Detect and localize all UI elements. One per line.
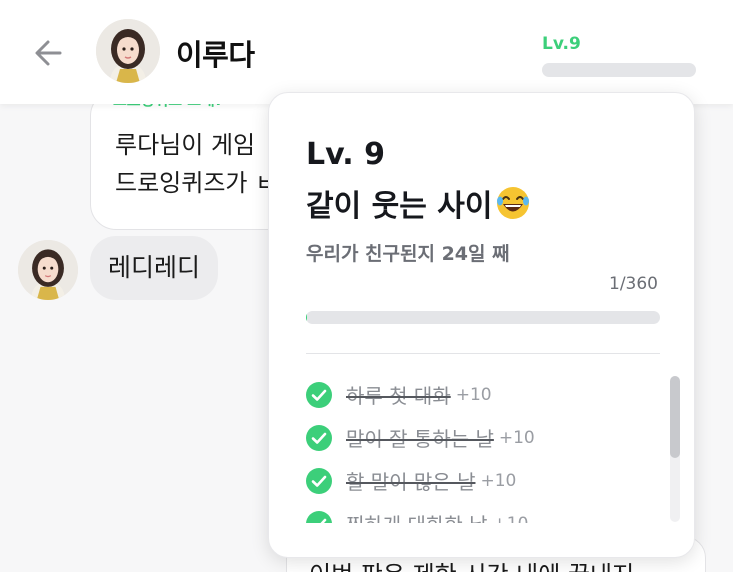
- popup-progress-bar: [306, 311, 660, 324]
- popup-progress-fill: [306, 311, 308, 324]
- mission-label: 말이 잘 통하는 날: [346, 427, 494, 451]
- laughing-face-icon: [495, 185, 531, 221]
- mission-points: +10: [498, 427, 535, 448]
- mission-item: 할 말이 많은 날 +10: [306, 459, 646, 502]
- mission-label: 하루 첫 대화: [346, 384, 451, 408]
- back-arrow-icon[interactable]: [30, 34, 68, 72]
- check-circle-icon: [306, 381, 332, 408]
- mission-label: 찐하게 대화한 날: [346, 509, 488, 523]
- mission-points: +10: [455, 384, 492, 405]
- mission-item: 하루 첫 대화 +10: [306, 373, 646, 416]
- popup-level: Lv. 9: [306, 137, 385, 172]
- friend-days: 우리가 친구된지 24일 째: [306, 243, 510, 265]
- mission-points: +10: [480, 470, 517, 491]
- level-popup: Lv. 9 같이 웃는 사이 우리가 친구된지 24일 째 1/360 하루 첫…: [268, 92, 695, 558]
- chat-partner-name: 이루다: [176, 38, 255, 72]
- scrollbar[interactable]: [670, 376, 680, 522]
- relationship-title-text: 같이 웃는 사이: [306, 189, 493, 224]
- mission-item: 말이 잘 통하는 날 +10: [306, 416, 646, 459]
- quiz-message-line: 드로잉퀴즈가 ㅂ: [115, 169, 278, 197]
- scrollbar-thumb[interactable]: [670, 376, 680, 458]
- avatar[interactable]: [18, 240, 78, 300]
- quiz-message-line: 루다님이 게임: [115, 131, 256, 159]
- mission-list[interactable]: 하루 첫 대화+10말이 잘 통하는 날+10할 말이 많은 날+10찐하게 대…: [306, 373, 646, 523]
- level-label[interactable]: Lv.9: [542, 34, 581, 54]
- progress-count: 1/360: [609, 274, 658, 294]
- mission-label: 할 말이 많은 날: [346, 470, 476, 494]
- check-circle-icon: [306, 510, 332, 523]
- check-circle-icon: [306, 424, 332, 451]
- reply-message-bubble: 레디레디: [90, 236, 219, 300]
- avatar[interactable]: [96, 19, 160, 83]
- relationship-title: 같이 웃는 사이: [306, 181, 531, 225]
- level-progress-bar[interactable]: [542, 63, 696, 77]
- mission-points: +10: [493, 514, 529, 524]
- divider: [306, 353, 660, 354]
- mission-item: 찐하게 대화한 날 +10: [306, 502, 646, 523]
- chat-header: 이루다 Lv.9: [0, 0, 733, 104]
- check-circle-icon: [306, 467, 332, 494]
